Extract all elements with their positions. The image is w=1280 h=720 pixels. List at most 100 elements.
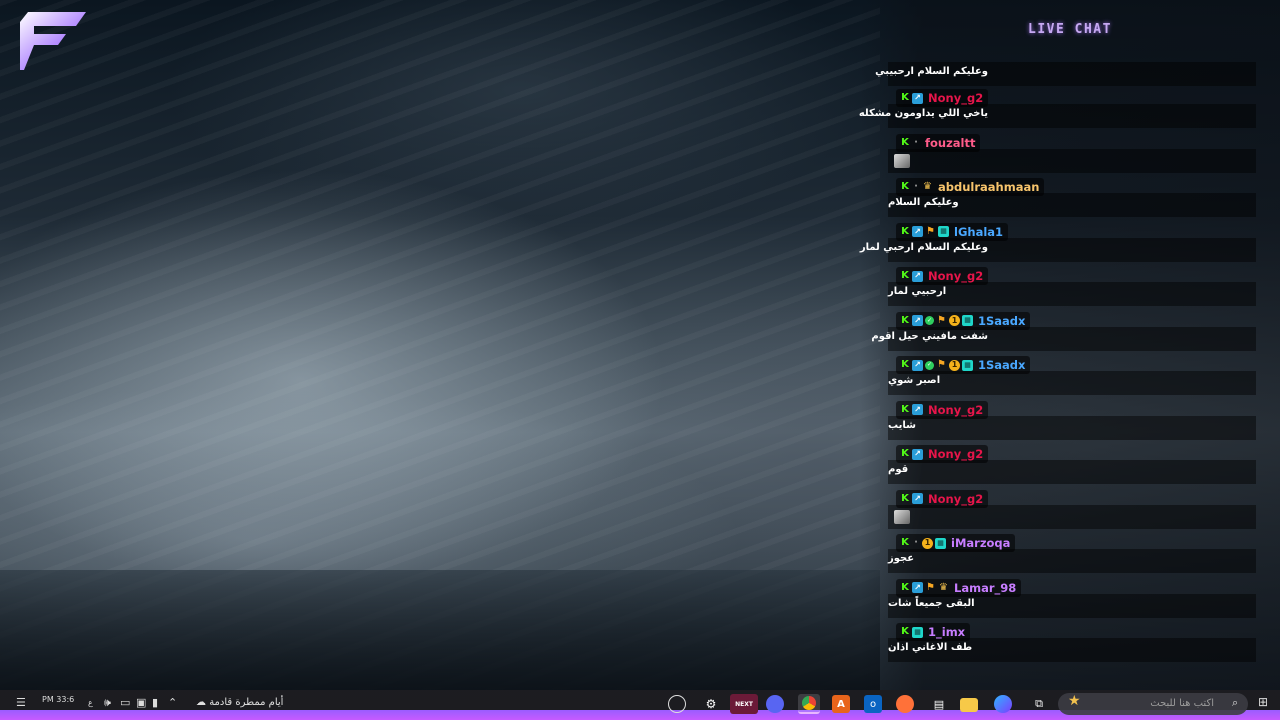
discord-icon[interactable]: [766, 695, 784, 713]
founder-badge-icon: ⚑: [937, 314, 946, 326]
chat-message: K ↗ Nony_g2 ارحبيي لمار: [888, 267, 1256, 312]
chat-message: K ↗ Nony_g2 شايب: [888, 400, 1256, 446]
chat-message-header: K ↗ Nony_g2: [896, 445, 989, 463]
chrome-icon[interactable]: [798, 694, 820, 714]
chat-username[interactable]: abdulraahmaan: [938, 180, 1039, 194]
store-icon[interactable]: ▤: [928, 694, 950, 714]
copilot-icon[interactable]: [994, 695, 1012, 713]
kick-badge-icon: K: [901, 448, 909, 459]
og-badge-icon: 1: [922, 537, 933, 549]
outlook-icon[interactable]: o: [864, 695, 882, 713]
founder-badge-icon: ⚑: [937, 359, 946, 370]
search-box[interactable]: اكتب هنا للبحث: [1058, 693, 1248, 715]
language-indicator[interactable]: ع: [88, 696, 93, 710]
weather-text: أيام ممطرة قادمة: [209, 697, 284, 708]
file-explorer-icon[interactable]: [960, 698, 978, 712]
chat-message-text: البقى جميعاً شات: [888, 597, 975, 609]
chat-username[interactable]: 1_imx: [928, 625, 965, 639]
kick-badge-icon: K: [901, 359, 909, 370]
chat-message: K ↗ Nony_g2 قوم: [888, 445, 1256, 490]
sub-badge-icon: ↗: [912, 226, 923, 237]
chat-message: K ↗ ✓ ⚑ 1 ▦ 1Saadx اصبر شوي: [888, 356, 1256, 401]
sub-badge-icon: ↗: [912, 315, 923, 326]
chat-message: وعليكم السلام ارحبيبي: [875, 62, 1256, 89]
sub-badge-icon: ↗: [912, 270, 923, 282]
office-icon[interactable]: A: [832, 695, 850, 713]
chat-username[interactable]: 1Saadx: [978, 358, 1025, 372]
search-icon: ⌕: [1232, 696, 1239, 709]
sub-badge-icon: ↗: [912, 493, 923, 504]
chat-username[interactable]: fouzaltt: [925, 136, 975, 150]
kick-badge-icon: K: [901, 492, 909, 504]
chat-message-text: وعليكم السلام ارحبي لمار: [859, 241, 988, 253]
verified-badge-icon: ✓: [925, 360, 934, 370]
chat-message: K · ♛ abdulraahmaan وعليكم السلام: [888, 178, 1256, 223]
chat-message-header: K ↗ Nony_g2: [896, 400, 989, 419]
timer-app-icon[interactable]: [668, 695, 686, 713]
device-icon[interactable]: ▣: [136, 696, 146, 710]
chat-message-text: وعليكم السلام ارحبيبي: [875, 66, 988, 77]
chat-username[interactable]: Nony_g2: [928, 91, 983, 105]
og-badge-icon: 1: [949, 315, 960, 326]
chat-message-text: ياخي اللي يداومون مشكله: [858, 108, 988, 119]
sub-badge-icon: ↗: [912, 582, 923, 593]
search-placeholder: اكتب هنا للبحث: [1150, 698, 1214, 709]
chat-username[interactable]: Nony_g2: [928, 447, 983, 461]
founder-badge-icon: ⚑: [926, 581, 935, 593]
chat-username[interactable]: iMarzoqa: [951, 536, 1010, 550]
chat-message-background: [888, 148, 1256, 173]
chat-emote-image: [894, 153, 910, 168]
weather-widget[interactable]: ☁ أيام ممطرة قادمة: [196, 697, 283, 708]
chat-username[interactable]: Nony_g2: [928, 403, 983, 417]
windows-start-icon[interactable]: ⊞: [1258, 695, 1268, 709]
chat-username[interactable]: 1Saadx: [978, 314, 1025, 328]
clock[interactable]: PM 33:6: [42, 695, 74, 704]
cloud-icon: ☁: [196, 697, 206, 708]
chat-username[interactable]: Nony_g2: [928, 492, 983, 506]
volume-icon[interactable]: 🕪: [104, 696, 111, 710]
kick-badge-icon: K: [901, 314, 909, 326]
gift-badge-icon: ▦: [935, 537, 946, 549]
task-view-icon[interactable]: ⧉: [1028, 694, 1050, 714]
chat-message-text: شايب: [888, 419, 916, 431]
kick-badge-icon: K: [901, 626, 909, 637]
steam-icon[interactable]: ⚙: [700, 694, 722, 714]
chat-list: وعليكم السلام ارحبيبي K ↗ Nony_g2 ياخي اللي …: [858, 62, 1256, 668]
chat-message-header: K ↗ ⚑ ▦ lGhala1: [896, 222, 1009, 241]
chat-username[interactable]: Lamar_98: [954, 581, 1016, 595]
microphone-icon[interactable]: ▮: [152, 696, 158, 710]
chat-message-header: K · fouzaltt: [896, 133, 981, 152]
next-app-icon[interactable]: NEXT: [730, 694, 758, 714]
verified-badge-icon: ✓: [925, 316, 934, 325]
chat-message-text: ارحبيي لمار: [888, 286, 947, 297]
dot-badge-icon: ·: [914, 181, 918, 192]
chat-message-text: شفت مافيني حيل اقوم: [871, 330, 988, 342]
sub-badge-icon: ↗: [912, 404, 923, 415]
firefox-icon[interactable]: [896, 695, 914, 713]
network-icon[interactable]: ▭: [120, 696, 130, 710]
chat-username[interactable]: Nony_g2: [928, 269, 983, 283]
next-app-label: NEXT: [735, 700, 753, 708]
chat-message: K ↗ ⚑ ♛ Lamar_98 البقى جميعاً شات: [888, 578, 1256, 624]
chat-username[interactable]: lGhala1: [954, 225, 1003, 239]
gift-badge-icon: ▦: [912, 626, 923, 638]
notification-icon[interactable]: ☰: [16, 696, 26, 710]
chat-message-header: K · 1 ▦ iMarzoqa: [896, 534, 1016, 552]
gift-badge-icon: ▦: [938, 226, 949, 237]
chat-message-header: K ▦ 1_imx: [896, 623, 971, 641]
kick-badge-icon: K: [901, 403, 909, 415]
chat-emote-image: [894, 509, 910, 524]
chat-message-text: طف الاغاني اذان: [888, 642, 973, 653]
chat-message-text: قوم: [888, 464, 909, 475]
chat-message-header: K · ♛ abdulraahmaan: [896, 178, 1045, 196]
sub-badge-icon: ↗: [912, 92, 923, 104]
chevron-up-icon[interactable]: ⌃: [168, 696, 177, 710]
dot-badge-icon: ·: [914, 136, 918, 148]
kick-badge-icon: K: [901, 537, 909, 548]
chat-message: K · fouzaltt: [888, 133, 1256, 179]
og-badge-icon: 1: [949, 359, 960, 371]
founder-badge-icon: ⚑: [926, 225, 935, 237]
kick-badge-icon: K: [901, 136, 909, 148]
chat-message: K · 1 ▦ iMarzoqa عجوز: [888, 534, 1256, 579]
chat-message-header: K ↗ ✓ ⚑ 1 ▦ 1Saadx: [896, 356, 1031, 374]
